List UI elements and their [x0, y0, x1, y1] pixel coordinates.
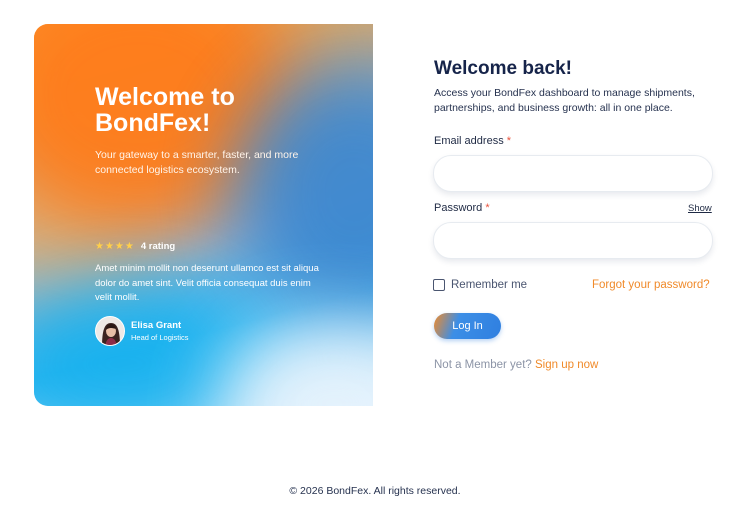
testimonial-rating: ★★★★ 4 rating — [95, 241, 175, 252]
footer-copyright: © 2026 BondFex. All rights reserved. — [289, 485, 461, 497]
remember-me[interactable]: Remember me — [433, 279, 527, 291]
signup-prompt-text: Not a Member yet? — [434, 359, 532, 371]
forgot-password-link[interactable]: Forgot your password? — [592, 279, 710, 291]
password-label: Password * — [434, 202, 490, 214]
hero-title: Welcome to BondFex! — [95, 83, 235, 137]
show-password-toggle[interactable]: Show — [688, 203, 712, 214]
email-field[interactable] — [433, 155, 713, 192]
star-icon: ★★★★ — [95, 241, 135, 252]
avatar-icon — [96, 317, 124, 345]
hero-panel: Welcome to BondFex! Your gateway to a sm… — [34, 24, 373, 406]
signup-prompt: Not a Member yet? Sign up now — [434, 359, 598, 371]
author-role: Head of Logistics — [131, 332, 189, 342]
remember-label: Remember me — [451, 279, 528, 291]
testimonial-author: Elisa Grant Head of Logistics — [95, 316, 189, 346]
signup-link[interactable]: Sign up now — [535, 359, 598, 371]
email-label: Email address * — [434, 135, 511, 147]
remember-checkbox[interactable] — [433, 279, 445, 291]
rating-label: 4 rating — [140, 241, 176, 252]
avatar — [95, 316, 125, 346]
password-field[interactable] — [433, 222, 713, 259]
form-title: Welcome back! — [434, 58, 572, 79]
author-name: Elisa Grant — [131, 319, 182, 331]
password-label-text: Password — [434, 202, 483, 214]
email-label-text: Email address — [434, 135, 504, 147]
author-info: Elisa Grant Head of Logistics — [131, 320, 189, 343]
hero-subtitle: Your gateway to a smarter, faster, and m… — [95, 149, 299, 176]
testimonial-quote: Amet minim mollit non deserunt ullamco e… — [95, 263, 319, 303]
required-mark: * — [506, 135, 512, 147]
required-mark: * — [485, 202, 490, 214]
login-button[interactable]: Log In — [434, 313, 501, 339]
form-subtitle: Access your BondFex dashboard to manage … — [434, 87, 695, 114]
